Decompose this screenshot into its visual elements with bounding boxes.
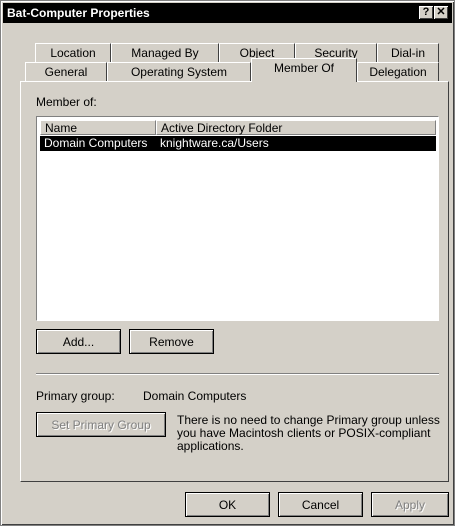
set-primary-group-button[interactable]: Set Primary Group xyxy=(36,412,166,437)
ok-button-label: OK xyxy=(218,498,237,512)
column-header-name[interactable]: Name xyxy=(40,120,156,135)
set-primary-group-label: Set Primary Group xyxy=(51,418,151,432)
primary-group-value: Domain Computers xyxy=(143,389,247,403)
tab-operating-system[interactable]: Operating System xyxy=(107,62,251,81)
column-header-folder[interactable]: Active Directory Folder xyxy=(156,120,436,135)
member-of-label: Member of: xyxy=(36,95,97,109)
note-line-3: applications. xyxy=(177,439,244,453)
help-icon[interactable]: ? xyxy=(419,6,433,19)
add-button[interactable]: Add... xyxy=(36,329,121,354)
member-of-list[interactable]: Name Active Directory Folder Domain Comp… xyxy=(36,116,439,321)
tab-member-of[interactable]: Member Of xyxy=(251,58,357,82)
tab-managed-by[interactable]: Managed By xyxy=(111,43,219,62)
cell-folder: knightware.ca/Users xyxy=(160,136,269,150)
cancel-button-label: Cancel xyxy=(301,498,340,512)
tab-delegation[interactable]: Delegation xyxy=(357,62,439,81)
add-button-label: Add... xyxy=(62,335,95,349)
separator xyxy=(36,373,439,375)
cell-name: Domain Computers xyxy=(44,136,148,150)
remove-button-label: Remove xyxy=(149,335,194,349)
close-icon[interactable]: ✕ xyxy=(434,6,448,19)
title-bar[interactable]: Bat-Computer Properties ? ✕ xyxy=(3,3,452,23)
ok-button[interactable]: OK xyxy=(185,492,270,517)
apply-button-label: Apply xyxy=(394,498,426,512)
tab-location[interactable]: Location xyxy=(35,43,111,62)
table-row[interactable]: Domain Computers knightware.ca/Users xyxy=(40,136,436,151)
properties-dialog: Bat-Computer Properties ? ✕ Location Man… xyxy=(0,0,455,526)
primary-group-label: Primary group: xyxy=(36,389,115,403)
tab-general[interactable]: General xyxy=(25,62,107,81)
window-title: Bat-Computer Properties xyxy=(7,6,150,20)
apply-button[interactable]: Apply xyxy=(371,492,449,517)
cancel-button[interactable]: Cancel xyxy=(278,492,363,517)
tab-dial-in[interactable]: Dial-in xyxy=(377,43,439,62)
remove-button[interactable]: Remove xyxy=(129,329,214,354)
primary-group-note: There is no need to change Primary group… xyxy=(177,414,447,453)
